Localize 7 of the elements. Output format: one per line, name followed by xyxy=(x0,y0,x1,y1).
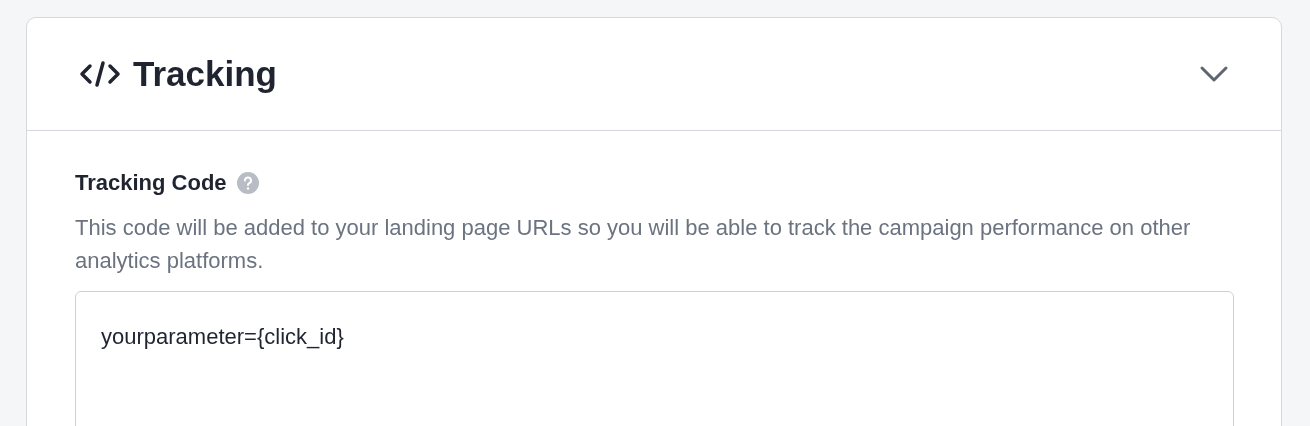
field-label: Tracking Code xyxy=(75,169,227,197)
tracking-code-field[interactable]: yourparameter={click_id} xyxy=(75,291,1234,426)
chevron-icon[interactable] xyxy=(1199,65,1229,83)
section-title: Tracking xyxy=(133,52,277,95)
help-icon xyxy=(236,171,259,194)
code-icon xyxy=(79,60,121,88)
field-description: This code will be added to your landing page URLs so you will be able to track the campaign performance on other analytics platforms. xyxy=(75,214,1192,275)
